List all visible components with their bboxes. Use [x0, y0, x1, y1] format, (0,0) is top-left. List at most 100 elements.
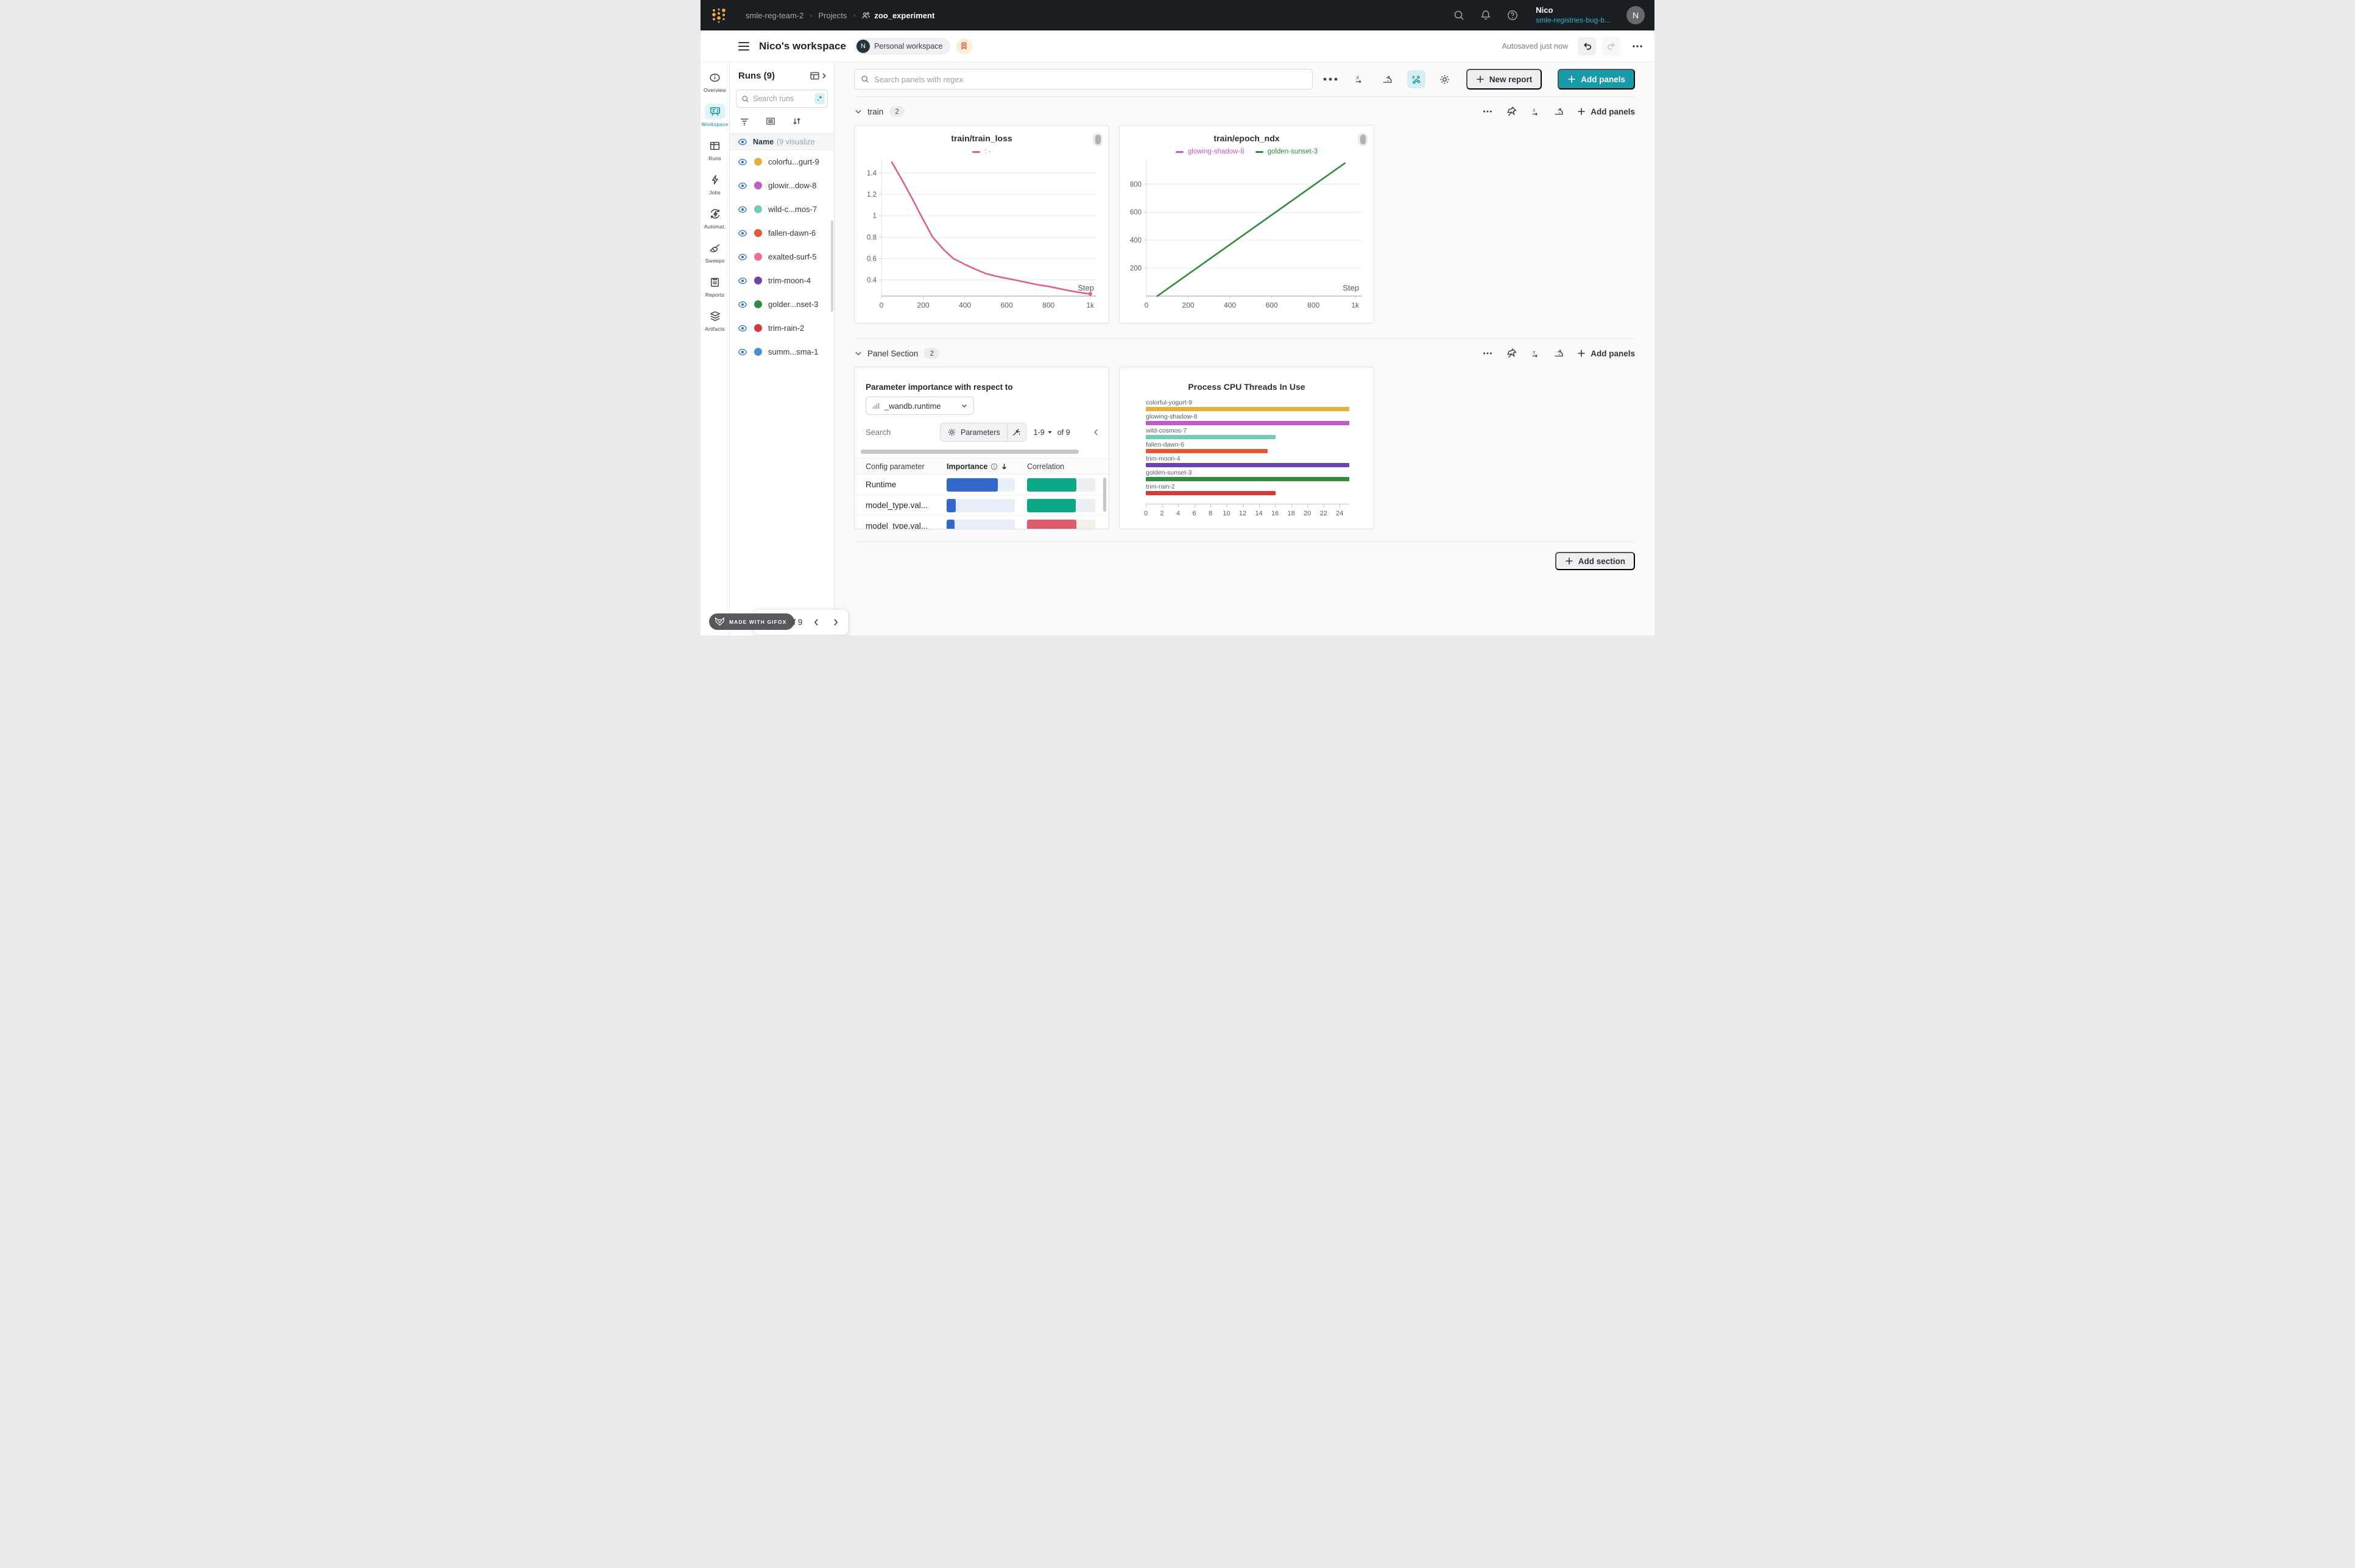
section-add-panels-button[interactable]: Add panels [1577, 349, 1635, 358]
sidebar-item-reports[interactable]: Reports [701, 274, 730, 298]
smoothing-button[interactable] [1553, 106, 1564, 117]
run-name[interactable]: glowir...dow-8 [768, 181, 816, 190]
section-title[interactable]: train [867, 107, 883, 116]
smoothing-button[interactable] [1379, 70, 1397, 88]
run-row[interactable]: wild-c...mos-7 [730, 197, 834, 221]
sidebar-item-runs[interactable]: Runs [701, 138, 730, 161]
x-axis-settings-button[interactable]: x [1350, 70, 1368, 88]
run-name[interactable]: golder...nset-3 [768, 300, 818, 309]
run-color-dot[interactable] [754, 324, 762, 332]
run-name[interactable]: exalted-surf-5 [768, 252, 816, 261]
col-importance[interactable]: Importance [947, 462, 1027, 471]
notifications-bell-icon[interactable] [1480, 9, 1492, 21]
cpu-bar-row[interactable]: trim-moon-4 [1146, 455, 1349, 469]
chevron-down-icon[interactable] [854, 349, 863, 358]
run-row[interactable]: fallen-dawn-6 [730, 221, 834, 245]
panel-cpu-threads[interactable]: Process CPU Threads In Use colorful-yogu… [1119, 367, 1374, 529]
breadcrumb-team[interactable]: smle-reg-team-2 [746, 11, 803, 20]
more-options-icon[interactable] [1482, 348, 1493, 359]
user-menu[interactable]: Nico smle-registries-bug-b... [1536, 5, 1611, 24]
run-color-dot[interactable] [754, 158, 762, 166]
add-section-button[interactable]: Add section [1555, 552, 1635, 570]
param-table-row[interactable]: model_type.val... [855, 495, 1109, 516]
run-name[interactable]: summ...sma-1 [768, 347, 818, 356]
run-color-dot[interactable] [754, 253, 762, 261]
run-name[interactable]: colorfu...gurt-9 [768, 157, 819, 166]
cpu-bar-row[interactable]: trim-rain-2 [1146, 483, 1349, 497]
cpu-bar-row[interactable]: colorful-yogurt-9 [1146, 399, 1349, 413]
redo-button[interactable] [1602, 37, 1620, 55]
new-report-button[interactable]: New report [1466, 69, 1542, 90]
more-options-icon[interactable] [1321, 70, 1340, 88]
panel-epoch-ndx[interactable]: train/epoch_ndx glowing-shadow-8golden-s… [1119, 125, 1374, 323]
visibility-eye-icon[interactable] [738, 323, 747, 333]
run-color-dot[interactable] [754, 348, 762, 356]
horizontal-scrollbar[interactable] [861, 450, 1079, 454]
search-icon[interactable] [1453, 9, 1465, 21]
sort-icon[interactable] [792, 116, 802, 126]
parameters-button[interactable]: Parameters [941, 423, 1007, 441]
param-page-range[interactable]: 1-9 [1034, 428, 1045, 437]
visibility-eye-icon[interactable] [738, 228, 747, 238]
hamburger-menu-icon[interactable] [738, 42, 749, 51]
cpu-bar-row[interactable]: golden-sunset-3 [1146, 469, 1349, 483]
visibility-eye-icon[interactable] [738, 347, 747, 357]
col-correlation[interactable]: Correlation [1027, 462, 1109, 471]
visibility-eye-icon[interactable] [738, 300, 747, 309]
run-color-dot[interactable] [754, 205, 762, 213]
undo-button[interactable] [1578, 37, 1596, 55]
run-name[interactable]: trim-moon-4 [768, 276, 811, 285]
help-icon[interactable] [1506, 9, 1519, 21]
group-list-icon[interactable] [766, 116, 775, 126]
vertical-scrollbar[interactable] [1103, 478, 1106, 512]
regex-toggle-badge[interactable]: .* [814, 93, 825, 104]
panel-train-loss[interactable]: train/train_loss : - 0.40.60.811.21.4020… [854, 125, 1109, 323]
runs-list-header[interactable]: Name (9 visualize [730, 133, 834, 150]
sidebar-item-workspace[interactable]: Workspace [701, 104, 730, 127]
legend-item[interactable]: glowing-shadow-8 [1176, 148, 1245, 155]
section-title[interactable]: Panel Section [867, 349, 918, 358]
sidebar-item-automat[interactable]: Automat. [701, 206, 730, 230]
run-row[interactable]: colorfu...gurt-9 [730, 150, 834, 174]
epoch-ndx-line-chart[interactable]: 20040060080002004006008001kStep [1125, 157, 1370, 314]
x-axis-settings-button[interactable]: x [1530, 106, 1541, 117]
run-color-dot[interactable] [754, 229, 762, 237]
run-row[interactable]: trim-moon-4 [730, 269, 834, 292]
smoothing-button[interactable] [1553, 348, 1564, 359]
runs-search-input[interactable] [753, 94, 805, 103]
add-panels-button[interactable]: Add panels [1558, 69, 1635, 90]
avatar[interactable]: N [1626, 6, 1645, 24]
panel-search-input[interactable] [874, 75, 1306, 84]
more-options-icon[interactable] [1482, 106, 1493, 117]
caret-down-icon[interactable] [1047, 429, 1053, 435]
visibility-eye-icon[interactable] [738, 181, 747, 191]
param-table-row[interactable]: model_type.val... [855, 516, 1109, 529]
pin-section-icon[interactable] [1506, 348, 1517, 359]
run-row[interactable]: golder...nset-3 [730, 292, 834, 316]
breadcrumb-projects[interactable]: Projects [818, 11, 847, 20]
metric-select[interactable]: _wandb.runtime [866, 397, 974, 415]
clear-workspace-button[interactable] [956, 38, 972, 54]
panel-parameter-importance[interactable]: Parameter importance with respect to _wa… [854, 367, 1109, 529]
sidebar-item-jobs[interactable]: Jobs [701, 172, 730, 196]
outliers-scatter-button[interactable]: x [1407, 70, 1425, 88]
magic-wand-button[interactable] [1008, 423, 1026, 441]
run-color-dot[interactable] [754, 277, 762, 284]
chevron-down-icon[interactable] [854, 107, 863, 116]
visibility-eye-icon[interactable] [738, 157, 747, 167]
cpu-threads-bar-chart[interactable]: colorful-yogurt-9glowing-shadow-8wild-co… [1146, 399, 1349, 523]
x-axis-settings-button[interactable]: x [1530, 348, 1541, 359]
col-config-parameter[interactable]: Config parameter [855, 462, 947, 471]
pin-section-icon[interactable] [1506, 106, 1517, 117]
run-row[interactable]: summ...sma-1 [730, 340, 834, 364]
run-color-dot[interactable] [754, 300, 762, 308]
param-search-input[interactable] [866, 428, 902, 437]
chevron-left-icon[interactable] [812, 618, 821, 627]
run-name[interactable]: fallen-dawn-6 [768, 228, 816, 238]
train-loss-line-chart[interactable]: 0.40.60.811.21.402004006008001kStep [860, 157, 1105, 314]
workspace-settings-button[interactable] [1436, 70, 1454, 88]
legend-item[interactable]: : - [972, 148, 990, 155]
more-options-icon[interactable] [1631, 40, 1644, 52]
section-add-panels-button[interactable]: Add panels [1577, 107, 1635, 116]
panel-drag-handle[interactable] [1358, 133, 1368, 146]
